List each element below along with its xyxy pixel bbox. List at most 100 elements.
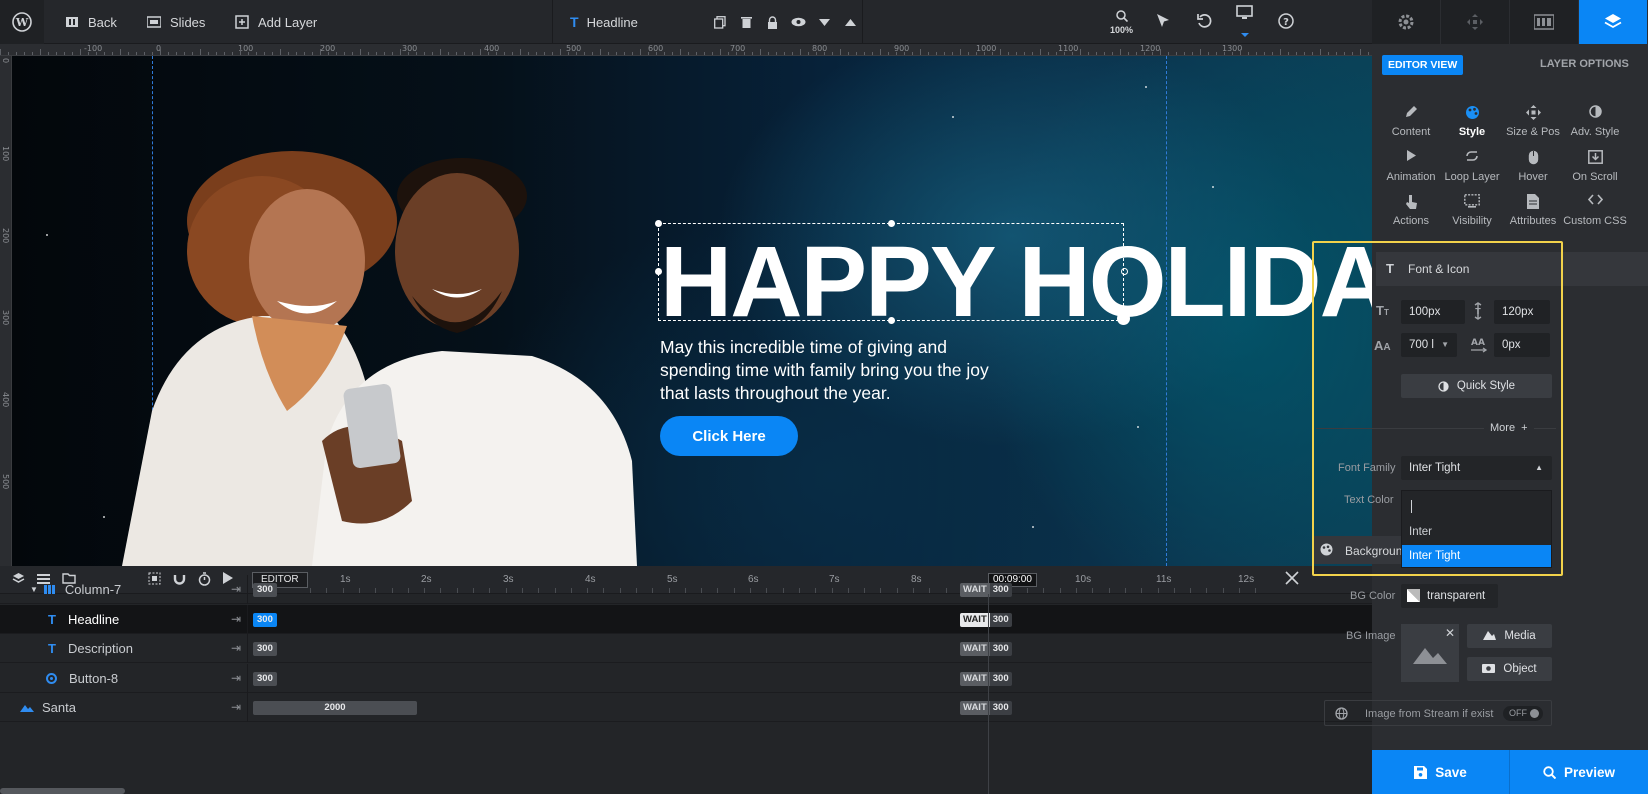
letter-spacing-input[interactable]: 0px bbox=[1494, 333, 1550, 357]
wait-label: WAIT bbox=[960, 612, 990, 627]
style-tab-animation[interactable]: Animation bbox=[1378, 150, 1444, 183]
save-button[interactable]: Save bbox=[1372, 750, 1510, 794]
style-tab-adv-style[interactable]: Adv. Style bbox=[1562, 105, 1628, 138]
object-button[interactable]: Object bbox=[1467, 657, 1552, 681]
animation-start-bar[interactable]: 300 bbox=[253, 583, 277, 597]
resize-handle[interactable] bbox=[655, 268, 662, 275]
font-family-select[interactable]: Inter Tight ▲ bbox=[1401, 456, 1552, 480]
ruler-tick bbox=[176, 52, 177, 55]
style-tab-style[interactable]: Style bbox=[1439, 105, 1505, 138]
click-here-button[interactable]: Click Here bbox=[660, 416, 798, 456]
slide-canvas[interactable]: HAPPY HOLIDAYS May this incredible time … bbox=[12, 56, 1372, 566]
style-tab-loop-layer[interactable]: Loop Layer bbox=[1439, 150, 1505, 183]
style-tab-attributes[interactable]: Attributes bbox=[1500, 194, 1566, 227]
selected-layer-name[interactable]: T Headline bbox=[570, 0, 638, 44]
jump-to-end-icon[interactable]: ⇥ bbox=[231, 700, 241, 714]
wordpress-logo[interactable]: W bbox=[0, 0, 44, 44]
jump-to-end-icon[interactable]: ⇥ bbox=[231, 641, 241, 655]
tab-layers[interactable] bbox=[1579, 0, 1648, 44]
undo-button[interactable] bbox=[1197, 0, 1212, 44]
bg-color-picker[interactable]: transparent bbox=[1401, 584, 1498, 608]
tab-layout[interactable] bbox=[1510, 0, 1579, 44]
font-section-header[interactable]: T Font & Icon bbox=[1376, 252, 1648, 286]
bg-image-thumbnail[interactable]: ✕ bbox=[1401, 624, 1459, 682]
line-height-input[interactable]: 120px bbox=[1494, 300, 1550, 324]
animation-start-bar[interactable]: 2000 bbox=[253, 701, 417, 715]
add-layer-button[interactable]: Add Layer bbox=[234, 0, 317, 44]
ruler-tick bbox=[896, 52, 897, 55]
tab-settings[interactable] bbox=[1372, 0, 1441, 44]
layer-options-title[interactable]: LAYER OPTIONS bbox=[1540, 58, 1629, 70]
wait-marker[interactable]: WAIT 300 bbox=[960, 642, 1012, 656]
timeline-row-name[interactable]: T Headline ⇥ bbox=[0, 604, 248, 634]
editor-view-badge[interactable]: EDITOR VIEW bbox=[1382, 55, 1464, 75]
wait-label: WAIT bbox=[960, 671, 990, 686]
wait-value: 300 bbox=[989, 612, 1012, 627]
select-tool[interactable] bbox=[1156, 0, 1170, 44]
animation-start-bar[interactable]: 300 bbox=[253, 642, 277, 656]
wait-marker[interactable]: WAIT 300 bbox=[960, 583, 1012, 597]
preview-button[interactable]: Preview bbox=[1510, 750, 1648, 794]
jump-to-end-icon[interactable]: ⇥ bbox=[231, 671, 241, 685]
quick-style-button[interactable]: Quick Style bbox=[1401, 374, 1552, 398]
wait-marker[interactable]: WAIT 300 bbox=[960, 612, 1012, 627]
style-tab-hover[interactable]: Hover bbox=[1500, 150, 1566, 183]
caret-down-icon[interactable]: ▼ bbox=[30, 585, 38, 594]
trash-icon[interactable] bbox=[738, 14, 754, 30]
style-tab-size-pos[interactable]: Size & Pos bbox=[1500, 105, 1566, 138]
font-family-dropdown[interactable]: Inter Inter Tight bbox=[1401, 490, 1552, 568]
background-section-header[interactable]: Backgroun bbox=[1312, 536, 1402, 564]
timeline-row-name[interactable]: ▼ Column-7 ⇥ bbox=[0, 575, 248, 604]
style-tab-custom-css[interactable]: Custom CSS bbox=[1562, 194, 1628, 227]
font-option[interactable]: Inter Tight bbox=[1402, 545, 1551, 567]
font-option[interactable]: Inter bbox=[1402, 521, 1551, 543]
lock-icon[interactable] bbox=[764, 14, 780, 30]
zoom-control[interactable]: 100% bbox=[1110, 0, 1133, 44]
resize-handle[interactable] bbox=[888, 220, 895, 227]
ruler-tick bbox=[144, 52, 145, 55]
timeline-row[interactable]: Santa ⇥ 2000 WAIT 300 bbox=[0, 693, 1372, 722]
timeline-row-name[interactable]: Button-8 ⇥ bbox=[0, 663, 248, 693]
resize-handle[interactable] bbox=[655, 220, 662, 227]
resize-handle[interactable] bbox=[1121, 268, 1128, 275]
tab-navigation[interactable] bbox=[1441, 0, 1510, 44]
description-text[interactable]: May this incredible time of giving and s… bbox=[660, 336, 1020, 405]
slides-button[interactable]: Slides bbox=[146, 0, 205, 44]
timeline-row[interactable]: T Description ⇥ 300 WAIT 300 bbox=[0, 634, 1372, 663]
timeline-row[interactable]: T Headline ⇥ 300 WAIT 300 bbox=[0, 604, 1372, 634]
style-tab-content[interactable]: Content bbox=[1378, 105, 1444, 138]
timeline-row-name[interactable]: T Description ⇥ bbox=[0, 634, 248, 663]
arrow-up-icon[interactable] bbox=[842, 14, 858, 30]
device-desktop-button[interactable] bbox=[1236, 0, 1253, 44]
resize-handle[interactable] bbox=[888, 317, 895, 324]
code-icon bbox=[1562, 194, 1628, 212]
back-button[interactable]: Back bbox=[64, 0, 117, 44]
style-tab-on-scroll[interactable]: On Scroll bbox=[1562, 150, 1628, 183]
jump-to-end-icon[interactable]: ⇥ bbox=[231, 612, 241, 626]
ruler-tick bbox=[1280, 49, 1281, 55]
media-button[interactable]: Media bbox=[1467, 624, 1552, 648]
font-search-input[interactable] bbox=[1406, 495, 1547, 517]
duplicate-icon[interactable] bbox=[712, 14, 728, 30]
wait-marker[interactable]: WAIT 300 bbox=[960, 671, 1012, 686]
jump-to-end-icon[interactable]: ⇥ bbox=[231, 582, 241, 596]
more-toggle[interactable]: More + bbox=[1484, 422, 1534, 434]
close-icon[interactable]: ✕ bbox=[1445, 626, 1455, 640]
timeline-row[interactable]: Button-8 ⇥ 300 WAIT 300 bbox=[0, 663, 1372, 693]
wait-marker[interactable]: WAIT 300 bbox=[960, 701, 1012, 715]
stream-toggle[interactable]: OFF bbox=[1503, 706, 1543, 721]
timeline-scrollbar[interactable] bbox=[0, 788, 125, 794]
style-tab-visibility[interactable]: Visibility bbox=[1439, 194, 1505, 227]
style-tab-actions[interactable]: Actions bbox=[1378, 194, 1444, 227]
arrow-down-icon[interactable] bbox=[816, 14, 832, 30]
timeline-row-name[interactable]: Santa ⇥ bbox=[0, 693, 248, 722]
layer-selection-box[interactable] bbox=[655, 220, 1130, 325]
timeline-row[interactable]: ▼ Column-7 ⇥ 300 WAIT 300 bbox=[0, 575, 1372, 604]
rotate-handle[interactable] bbox=[1117, 312, 1130, 325]
font-size-input[interactable]: 100px bbox=[1401, 300, 1465, 324]
eye-icon[interactable] bbox=[790, 14, 806, 30]
help-button[interactable]: ? bbox=[1278, 0, 1294, 44]
animation-start-bar[interactable]: 300 bbox=[253, 612, 277, 627]
animation-start-bar[interactable]: 300 bbox=[253, 671, 277, 686]
font-weight-select[interactable]: 700 l ▼ bbox=[1401, 333, 1457, 357]
